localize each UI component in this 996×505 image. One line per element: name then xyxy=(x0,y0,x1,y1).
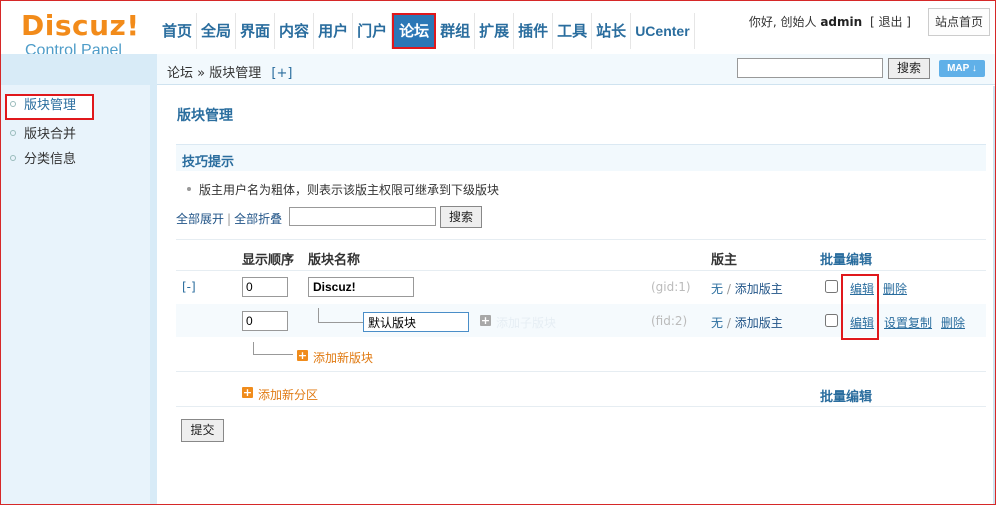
logo: Discuz! Control Panel xyxy=(21,11,140,59)
sidebar-item-forum-manage[interactable]: 版块管理 xyxy=(5,94,94,120)
row-select-checkbox[interactable] xyxy=(825,280,838,293)
forum-name-input[interactable] xyxy=(363,312,469,332)
main-nav: 首页 全局 界面 内容 用户 门户 论坛 群组 扩展 插件 工具 站长 UCen… xyxy=(158,13,695,49)
table-bottom-divider xyxy=(176,406,986,407)
top-search-input[interactable] xyxy=(737,58,883,78)
sidebar-item-label: 分类信息 xyxy=(24,152,77,167)
add-new-forum-link[interactable]: 添加新版块 xyxy=(313,349,373,366)
delete-link[interactable]: 删除 xyxy=(883,280,907,297)
column-header-batch-edit: 批量编辑 xyxy=(820,253,873,268)
forum-search-input[interactable] xyxy=(289,207,436,226)
tip-content: 版主用户名为粗体，则表示该版主权限可继承到下级版块 xyxy=(199,183,500,197)
table-top-divider xyxy=(176,239,986,240)
breadcrumb: 论坛 » 版块管理 [+] xyxy=(167,62,292,81)
header: Discuz! Control Panel 首页 全局 界面 内容 用户 门户 … xyxy=(1,1,995,59)
nav-ucenter[interactable]: UCenter xyxy=(631,13,695,49)
nav-forum[interactable]: 论坛 xyxy=(392,13,437,49)
greeting-text: 你好, 创始人 xyxy=(748,15,817,29)
add-child-forum-link[interactable]: 添加子版块 xyxy=(496,314,556,331)
group-id-label: (gid:1) xyxy=(651,280,691,294)
display-order-input[interactable] xyxy=(242,311,288,331)
sidebar-divider xyxy=(150,54,157,504)
nav-user[interactable]: 用户 xyxy=(314,13,354,49)
nav-tools[interactable]: 工具 xyxy=(553,13,593,49)
table-header-divider xyxy=(176,270,986,271)
bullet-icon xyxy=(10,129,16,136)
table-divider xyxy=(176,371,986,372)
slash-separator: / xyxy=(726,282,731,296)
nav-portal[interactable]: 门户 xyxy=(353,13,393,49)
bullet-icon xyxy=(10,100,16,107)
link-separator: | xyxy=(227,212,232,226)
top-search-button[interactable]: 搜索 xyxy=(888,58,930,79)
add-forum-plus-icon[interactable]: + xyxy=(297,350,308,361)
breadcrumb-root[interactable]: 论坛 xyxy=(167,66,193,81)
nav-global[interactable]: 全局 xyxy=(197,13,237,49)
sidebar-item-label: 版块管理 xyxy=(24,98,77,113)
moderator-none: 无 xyxy=(711,316,724,330)
moderator-none: 无 xyxy=(711,282,724,296)
nav-founder[interactable]: 站长 xyxy=(592,13,632,49)
delete-link[interactable]: 删除 xyxy=(941,314,965,331)
nav-style[interactable]: 界面 xyxy=(236,13,276,49)
column-header-name: 版块名称 xyxy=(308,253,361,268)
sidebar-item-label: 版块合并 xyxy=(24,127,77,142)
tree-connector xyxy=(318,322,363,323)
batch-edit-label[interactable]: 批量编辑 xyxy=(820,386,872,405)
add-moderator-link[interactable]: 添加版主 xyxy=(735,316,783,330)
map-button[interactable]: MAP ↓ xyxy=(939,60,985,77)
site-home-button[interactable]: 站点首页 xyxy=(928,8,990,36)
nav-plugin[interactable]: 插件 xyxy=(514,13,554,49)
bullet-icon xyxy=(10,154,16,161)
column-header-moderator: 版主 xyxy=(711,253,738,268)
sidebar-item-thread-types[interactable]: 分类信息 xyxy=(10,148,76,172)
breadcrumb-bar: 论坛 » 版块管理 [+] 搜索 MAP ↓ xyxy=(157,54,995,85)
add-new-group-link[interactable]: 添加新分区 xyxy=(258,386,318,403)
page-title: 版块管理 xyxy=(177,108,233,124)
group-name-input[interactable] xyxy=(308,277,414,297)
copy-settings-link[interactable]: 设置复制 xyxy=(884,314,932,331)
bullet-icon xyxy=(187,186,191,191)
collapse-all-link[interactable]: 全部折叠 xyxy=(234,212,282,226)
breadcrumb-separator: » xyxy=(197,66,206,81)
logout-link[interactable]: [ 退出 ] xyxy=(870,15,911,29)
add-group-plus-icon[interactable]: + xyxy=(242,387,253,398)
collapse-toggle[interactable]: [-] xyxy=(182,280,196,294)
tips-header: 技巧提示 xyxy=(176,144,986,171)
user-greeting: 你好, 创始人 admin [ 退出 ] xyxy=(749,13,911,30)
sidebar-item-forum-merge[interactable]: 版块合并 xyxy=(10,123,76,147)
main-content: 版块管理 技巧提示 版主用户名为粗体，则表示该版主权限可继承到下级版块 全部展开… xyxy=(157,86,995,504)
slash-separator: / xyxy=(726,316,731,330)
add-to-favorites-link[interactable]: [+] xyxy=(271,66,292,81)
display-order-input[interactable] xyxy=(242,277,288,297)
nav-home[interactable]: 首页 xyxy=(158,13,198,49)
tree-connector xyxy=(318,308,319,322)
tree-connector xyxy=(253,354,293,355)
nav-content[interactable]: 内容 xyxy=(275,13,315,49)
row-select-checkbox[interactable] xyxy=(825,314,838,327)
tips-title: 技巧提示 xyxy=(182,155,235,170)
expand-all-link[interactable]: 全部展开 xyxy=(176,212,224,226)
add-child-plus-icon[interactable]: + xyxy=(480,315,491,326)
column-header-order: 显示顺序 xyxy=(242,253,295,268)
edit-column-highlight xyxy=(841,274,879,340)
sidebar-top-band xyxy=(1,54,150,85)
add-moderator-link[interactable]: 添加版主 xyxy=(735,282,783,296)
moderator-cell: 无 / 添加版主 xyxy=(711,314,783,331)
submit-button[interactable]: 提交 xyxy=(181,419,224,442)
tip-text: 版主用户名为粗体，则表示该版主权限可继承到下级版块 xyxy=(187,181,499,198)
nav-group[interactable]: 群组 xyxy=(436,13,476,49)
forum-search-button[interactable]: 搜索 xyxy=(440,206,482,228)
nav-extend[interactable]: 扩展 xyxy=(475,13,515,49)
username: admin xyxy=(820,15,863,29)
breadcrumb-current: 版块管理 xyxy=(209,66,262,81)
expand-collapse-links: 全部展开 | 全部折叠 xyxy=(176,210,282,227)
right-border xyxy=(993,86,995,504)
sidebar: 版块管理 版块合并 分类信息 xyxy=(1,54,150,504)
moderator-cell: 无 / 添加版主 xyxy=(711,280,783,297)
brand-logo-text: Discuz! xyxy=(21,9,140,42)
forum-id-label: (fid:2) xyxy=(651,314,688,328)
